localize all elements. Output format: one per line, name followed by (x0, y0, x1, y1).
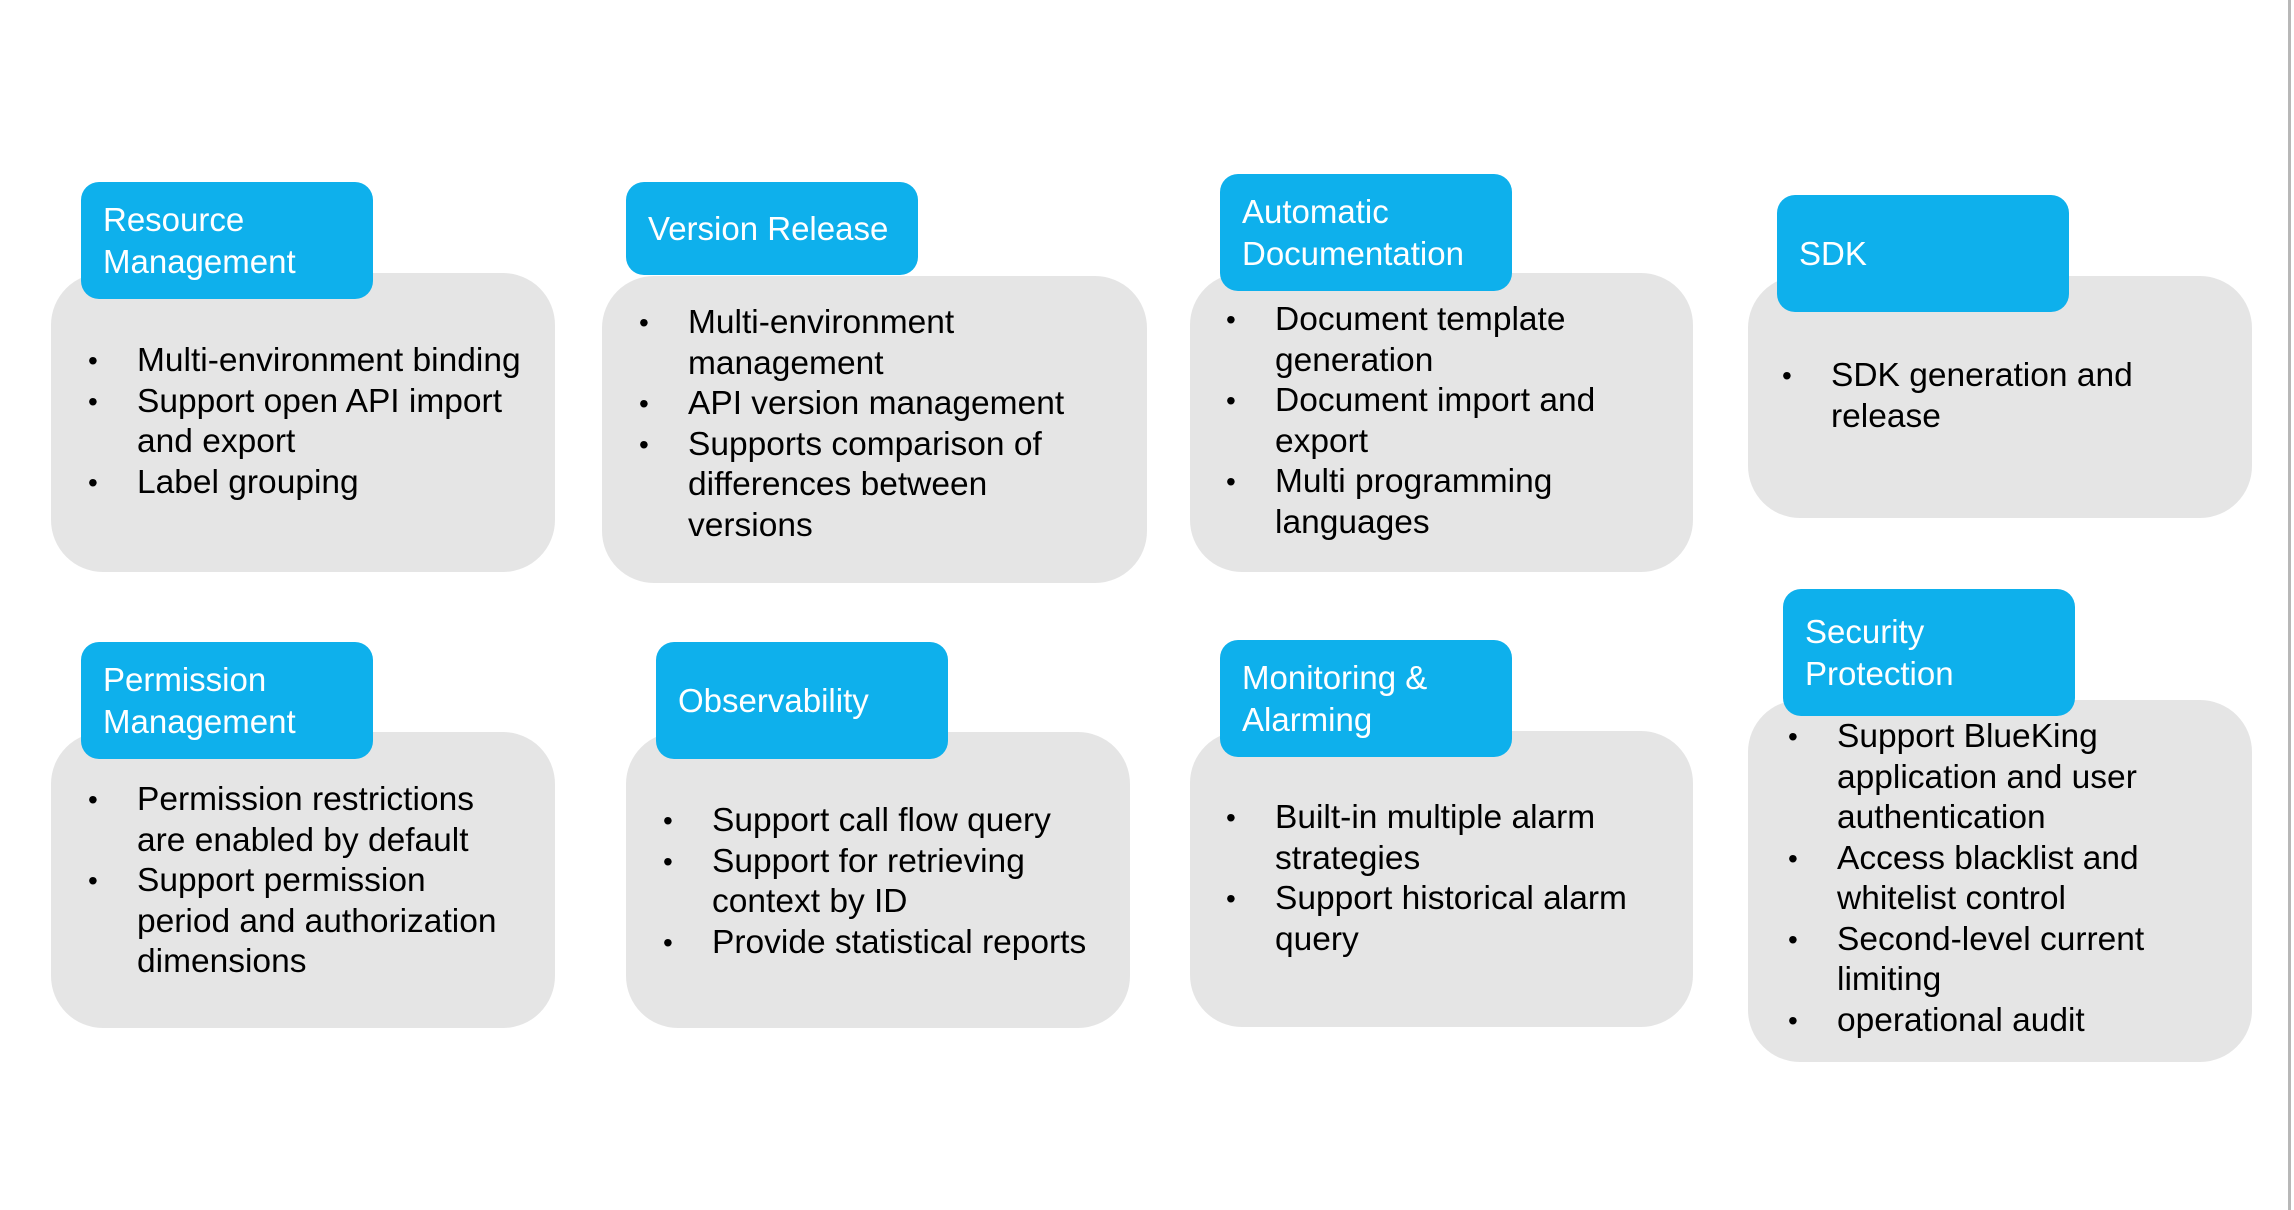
bullet-icon: • (1226, 883, 1236, 914)
bullet-icon: • (1226, 802, 1236, 833)
list-item: • Support historical alarm query (1226, 880, 1627, 958)
list-item: • Multi-environment management (639, 304, 955, 382)
card-title: Permission Management (103, 660, 296, 740)
card-title: Version Release (648, 209, 889, 247)
bullet-icon: • (1788, 842, 1798, 874)
bullet-icon: • (639, 388, 649, 419)
list-item: • Provide statistical reports (663, 923, 1123, 964)
bullet-icon: • (1788, 721, 1798, 752)
card-title: Security Protection (1805, 612, 1954, 692)
bullet-icon: • (1226, 304, 1236, 335)
card-header: Resource Management (81, 182, 373, 299)
list-item: • Support open API import and export (88, 382, 502, 461)
list-item: • Support BlueKing application and user a… (1788, 718, 2137, 836)
card-header: Version Release (626, 182, 918, 275)
slide-right-border (2288, 0, 2291, 1210)
list-item: • Access blacklist and whitelist control (1788, 839, 2139, 918)
card-header: Observability (656, 642, 948, 759)
bullet-icon: • (88, 784, 98, 815)
feature-list: • Multi-environment management • API versi… (639, 303, 1079, 546)
card-title: Monitoring & Alarming (1242, 658, 1428, 738)
list-item: • Multi-environment binding (88, 341, 548, 382)
card-title: Observability (678, 681, 869, 719)
list-item: • Permission restrictions are enabled by … (88, 781, 474, 859)
bullet-icon: • (663, 926, 673, 958)
feature-list: • Document template generation • Document … (1226, 300, 1666, 543)
bullet-icon: • (1226, 385, 1236, 416)
list-item: • operational audit (1788, 1001, 2228, 1042)
feature-list: • Support call flow query • Support for re… (663, 801, 1123, 963)
bullet-icon: • (1226, 466, 1236, 497)
list-item: • Document import and export (1226, 382, 1596, 460)
bullet-icon: • (88, 385, 98, 417)
feature-list: • SDK generation and release (1782, 356, 2222, 437)
feature-list: • Multi-environment binding • Support open… (88, 341, 548, 503)
bullet-icon: • (88, 865, 98, 896)
card-title: Automatic Documentation (1242, 192, 1464, 272)
card-title: Resource Management (103, 200, 296, 280)
card-header: Security Protection (1783, 589, 2075, 716)
list-item: • Support for retrieving context by ID (663, 842, 1025, 921)
bullet-icon: • (88, 466, 98, 498)
bullet-icon: • (639, 307, 649, 338)
feature-list: • Support BlueKing application and user a… (1788, 717, 2228, 1041)
card-header: SDK (1777, 195, 2069, 312)
list-item: • Support call flow query (663, 801, 1123, 842)
list-item: • SDK generation and release (1782, 357, 2133, 435)
card-header: Monitoring & Alarming (1220, 640, 1512, 757)
bullet-icon: • (663, 805, 673, 836)
feature-list: • Built-in multiple alarm strategies • Sup… (1226, 798, 1666, 960)
bullet-icon: • (663, 845, 673, 877)
list-item: • Supports comparison of differences betw… (639, 425, 1042, 544)
bullet-icon: • (1788, 1004, 1798, 1036)
list-item: • Label grouping (88, 463, 548, 504)
bullet-icon: • (1782, 360, 1792, 391)
list-item: • API version management (639, 384, 1079, 425)
card-header: Automatic Documentation (1220, 174, 1512, 291)
list-item: • Second-level current limiting (1788, 920, 2145, 999)
list-item: • Document template generation (1226, 301, 1566, 379)
card-header: Permission Management (81, 642, 373, 759)
feature-list: • Permission restrictions are enabled by … (88, 780, 548, 983)
list-item: • Multi programming languages (1226, 463, 1553, 541)
list-item: • Support permission period and authoriza… (88, 862, 497, 980)
bullet-icon: • (1788, 923, 1798, 955)
bullet-icon: • (639, 428, 649, 460)
list-item: • Built-in multiple alarm strategies (1226, 799, 1596, 877)
card-title: SDK (1799, 234, 1867, 272)
bullet-icon: • (88, 345, 98, 376)
